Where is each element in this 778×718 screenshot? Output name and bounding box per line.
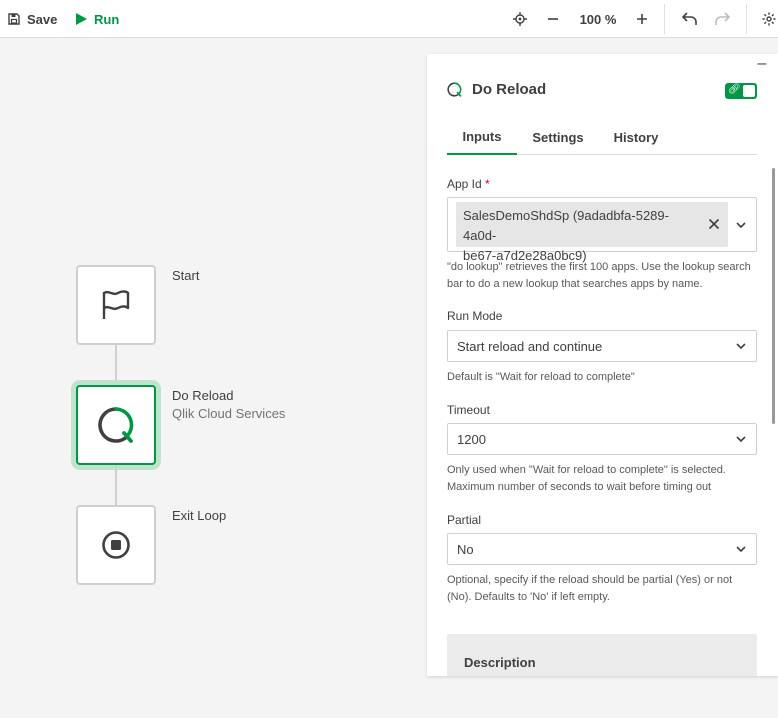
flow-connector xyxy=(115,345,117,385)
partial-helper: Optional, specify if the reload should b… xyxy=(447,574,733,603)
flow-connector xyxy=(115,465,117,505)
app-id-label-text: App Id xyxy=(447,177,482,191)
exit-loop-node[interactable] xyxy=(76,505,156,585)
chevron-down-icon xyxy=(736,343,746,350)
run-mode-helper: Default is "Wait for reload to complete" xyxy=(447,371,635,383)
save-button[interactable]: Save xyxy=(8,0,57,38)
partial-label: Partial xyxy=(447,513,482,527)
minimize-panel-button[interactable]: – xyxy=(754,56,770,72)
recenter-button[interactable] xyxy=(507,0,533,38)
minus-icon xyxy=(548,18,558,20)
zoom-out-button[interactable] xyxy=(540,0,566,38)
qlik-icon xyxy=(447,82,462,97)
selected-app-line1: SalesDemoShdSp (9adadbfa-5289-4a0d- xyxy=(463,208,669,243)
block-properties-panel: – Do Reload 🔗︎ Inputs Settings History A… xyxy=(427,54,778,676)
partial-select[interactable]: No xyxy=(447,533,757,565)
toggle-knob xyxy=(743,85,755,97)
undo-icon xyxy=(682,12,697,25)
selected-app-chip: SalesDemoShdSp (9adadbfa-5289-4a0d- be67… xyxy=(456,202,728,263)
undo-button[interactable] xyxy=(677,0,703,38)
panel-header: Do Reload xyxy=(447,81,546,98)
recenter-icon xyxy=(513,12,527,26)
chevron-down-icon xyxy=(736,221,746,228)
chevron-down-icon xyxy=(736,436,746,443)
panel-tabs: Inputs Settings History xyxy=(447,120,757,155)
redo-icon xyxy=(715,12,730,25)
tab-settings[interactable]: Settings xyxy=(525,120,591,155)
link-toggle[interactable]: 🔗︎ xyxy=(725,83,757,99)
zoom-in-button[interactable] xyxy=(629,0,655,38)
required-marker: * xyxy=(485,177,490,191)
clear-icon[interactable] xyxy=(706,216,722,232)
do-reload-node-label: Do Reload Qlik Cloud Services xyxy=(172,387,285,423)
toolbar-divider xyxy=(746,4,747,34)
start-node[interactable] xyxy=(76,265,156,345)
run-label: Run xyxy=(94,11,120,27)
timeout-helper: Only used when "Wait for reload to compl… xyxy=(447,464,726,493)
partial-value: No xyxy=(457,541,474,557)
run-mode-label: Run Mode xyxy=(447,309,503,323)
timeout-select[interactable]: 1200 xyxy=(447,423,757,455)
plus-icon xyxy=(637,14,647,24)
chevron-down-icon xyxy=(736,546,746,553)
run-button[interactable]: Run xyxy=(75,0,119,38)
redo-button[interactable] xyxy=(709,0,735,38)
save-label: Save xyxy=(27,11,58,27)
flag-icon xyxy=(102,290,130,319)
app-id-label: App Id * xyxy=(447,177,490,191)
top-toolbar: Save Run 100 % xyxy=(0,0,778,38)
panel-scrollbar[interactable] xyxy=(772,168,775,424)
timeout-label: Timeout xyxy=(447,403,490,417)
run-mode-value: Start reload and continue xyxy=(457,338,603,354)
gear-icon xyxy=(762,12,776,26)
panel-title: Do Reload xyxy=(472,81,547,98)
do-reload-node[interactable] xyxy=(76,385,156,465)
tab-history[interactable]: History xyxy=(605,120,667,155)
toolbar-divider xyxy=(664,4,665,34)
run-mode-select[interactable]: Start reload and continue xyxy=(447,330,757,362)
tab-inputs[interactable]: Inputs xyxy=(447,120,517,155)
description-section[interactable]: Description xyxy=(447,634,757,676)
description-title: Description xyxy=(464,655,536,670)
app-id-select[interactable]: SalesDemoShdSp (9adadbfa-5289-4a0d- be67… xyxy=(447,197,757,263)
stop-icon xyxy=(102,531,130,559)
app-id-helper: "do lookup" retrieves the first 100 apps… xyxy=(447,261,751,290)
timeout-value: 1200 xyxy=(457,431,486,447)
qlik-icon xyxy=(98,407,134,443)
start-node-label: Start xyxy=(172,268,200,283)
link-icon: 🔗︎ xyxy=(728,84,741,95)
exit-loop-node-label: Exit Loop xyxy=(172,508,227,523)
do-reload-node-subtitle: Qlik Cloud Services xyxy=(172,406,286,421)
zoom-level: 100 % xyxy=(579,11,617,27)
settings-button[interactable] xyxy=(756,0,778,38)
save-icon xyxy=(8,13,20,25)
do-reload-node-title: Do Reload xyxy=(172,388,234,403)
play-icon xyxy=(76,13,87,25)
